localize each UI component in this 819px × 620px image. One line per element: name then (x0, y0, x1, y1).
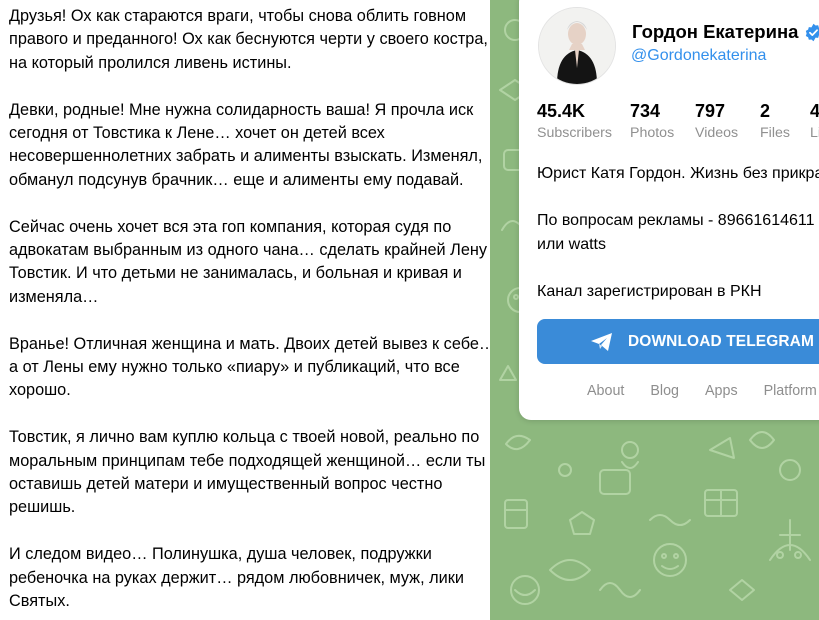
post-line: Девки, родные! Мне нужна солидарность ва… (9, 100, 474, 119)
description-spacer (537, 256, 819, 280)
download-telegram-label: DOWNLOAD TELEGRAM (628, 332, 814, 350)
stat-value: 734 (630, 101, 661, 121)
footer-links: About Blog Apps Platform (587, 383, 819, 399)
post-line: правого и преданного! Ох как беснуются ч… (9, 30, 488, 49)
post-paragraph: Сейчас очень хочет вся эта гоп компания,… (9, 216, 487, 310)
description-line: Канал зарегистрирован в РКН (537, 282, 762, 300)
post-line: изменяла… (9, 287, 99, 306)
post-paragraph: Товстик, я лично вам куплю кольца с твое… (9, 426, 487, 520)
stat-label: Files (760, 125, 790, 141)
description-line: или watts (537, 235, 606, 253)
post-line: Товстик, я лично вам куплю кольца с твое… (9, 428, 480, 447)
stat-label: Subscribers (537, 125, 612, 141)
post-line: хорошо. (9, 381, 71, 400)
channel-stats: 45.4K Subscribers 734 Photos 797 Videos … (537, 100, 819, 143)
download-telegram-button[interactable]: DOWNLOAD TELEGRAM (537, 319, 819, 364)
telegram-plane-icon (591, 332, 612, 351)
stat-label: Photos (630, 125, 675, 141)
post-line: Друзья! Ох как стараются враги, чтобы сн… (9, 7, 467, 25)
post-line: сегодня от Товстика к Лене… хочет он дет… (9, 124, 385, 143)
post-paragraph: И следом видео… Полинушка, душа человек,… (9, 543, 487, 613)
post-line: Товстик. И что детьми не занималась, и б… (9, 264, 462, 283)
post-line: несовершеннолетних забрать и алименты вз… (9, 147, 483, 166)
description-line: По вопросам рекламы - 89661614611 (537, 212, 815, 229)
post-line: моральным принципам тебе подходящей женщ… (9, 451, 486, 470)
post-paragraph: Девки, родные! Мне нужна солидарность ва… (9, 99, 487, 193)
stat-links[interactable]: 4 Li (810, 100, 819, 143)
post-line: Святых. (9, 592, 70, 611)
footer-link-apps[interactable]: Apps (705, 383, 738, 399)
post-line: оставишь детей матери и имущественный во… (9, 475, 443, 494)
post-line: адвокатам выбранным из одного чана… сдел… (9, 241, 488, 260)
stat-value: 797 (695, 101, 726, 121)
post-line: обманул подсунув брачник… еще и алименты… (9, 170, 464, 189)
verified-check-icon (806, 23, 819, 41)
footer-link-blog[interactable]: Blog (650, 383, 679, 399)
channel-description: Юрист Катя Гордон. Жизнь без прикра По в… (537, 162, 819, 303)
post-line: Вранье! Отличная женщина и мать. Двоих д… (9, 334, 490, 353)
stat-subscribers[interactable]: 45.4K Subscribers (537, 100, 630, 143)
channel-info-card: Гордон Екатерина @Gordonekaterina 45.4K … (519, 0, 819, 420)
post-text: Друзья! Ох как стараются враги, чтобы сн… (9, 5, 490, 620)
stat-files[interactable]: 2 Files (760, 100, 810, 143)
post-line: а от Лены ему нужно только «пиару» и пуб… (9, 358, 460, 377)
post-paragraph: Друзья! Ох как стараются враги, чтобы сн… (9, 5, 488, 75)
post-line: на который пролился ливень истины. (9, 53, 292, 72)
post-line: Сейчас очень хочет вся эта гоп компания,… (9, 217, 452, 236)
footer-link-about[interactable]: About (587, 383, 624, 399)
post-line: решишь. (9, 498, 76, 517)
channel-handle-link[interactable]: @Gordonekaterina (631, 47, 766, 65)
post-line: И следом видео… Полинушка, душа человек,… (9, 545, 432, 564)
avatar-portrait-image (539, 8, 615, 84)
footer-link-platform[interactable]: Platform (764, 383, 817, 399)
stat-videos[interactable]: 797 Videos (695, 100, 760, 143)
channel-name-row: Гордон Екатерина (632, 21, 819, 43)
channel-avatar[interactable] (538, 7, 616, 85)
stat-value: 45.4K (537, 101, 586, 121)
stat-value: 2 (760, 101, 771, 121)
description-spacer (537, 186, 819, 210)
post-paragraph: Вранье! Отличная женщина и мать. Двоих д… (9, 333, 490, 403)
description-line: Юрист Катя Гордон. Жизнь без прикра (537, 165, 819, 182)
stat-photos[interactable]: 734 Photos (630, 100, 695, 143)
post-message: Друзья! Ох как стараются враги, чтобы сн… (0, 0, 490, 620)
stat-label: Videos (695, 125, 739, 141)
channel-name: Гордон Екатерина (632, 21, 799, 42)
stat-label: Li (810, 125, 819, 141)
post-line: ребеночка на руках держит… рядом любовни… (9, 568, 464, 587)
stat-value: 4 (810, 101, 819, 121)
